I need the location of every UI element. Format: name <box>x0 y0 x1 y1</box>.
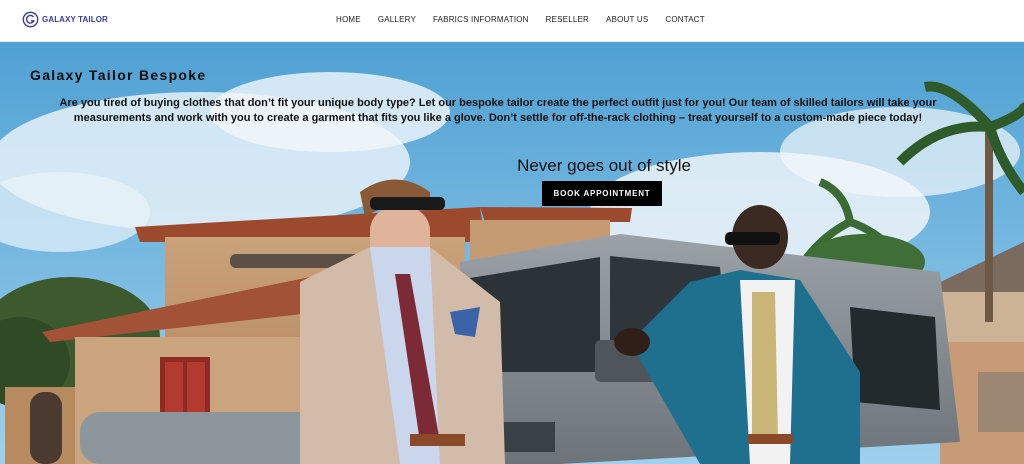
book-appointment-button[interactable]: BOOK APPOINTMENT <box>542 181 662 206</box>
hero-tagline: Never goes out of style <box>517 156 691 175</box>
hero-title: Galaxy Tailor Bespoke <box>30 67 207 83</box>
galaxy-circle-logo-icon <box>22 11 39 28</box>
nav-fabrics-information[interactable]: FABRICS INFORMATION <box>433 15 529 24</box>
hero-description: Are you tired of buying clothes that don… <box>59 97 937 124</box>
nav-about-us[interactable]: ABOUT US <box>606 15 648 24</box>
nav-contact[interactable]: CONTACT <box>665 15 704 24</box>
main-nav: HOME GALLERY FABRICS INFORMATION RESELLE… <box>336 15 705 24</box>
nav-home[interactable]: HOME <box>336 15 361 24</box>
site-header: GALAXY TAILOR HOME GALLERY FABRICS INFOR… <box>0 0 1024 42</box>
nav-gallery[interactable]: GALLERY <box>378 15 416 24</box>
brand-logo[interactable]: GALAXY TAILOR <box>22 11 108 28</box>
brand-name: GALAXY TAILOR <box>42 15 108 24</box>
hero-section: Galaxy Tailor Bespoke Are you tired of b… <box>0 42 1024 464</box>
nav-reseller[interactable]: RESELLER <box>546 15 589 24</box>
